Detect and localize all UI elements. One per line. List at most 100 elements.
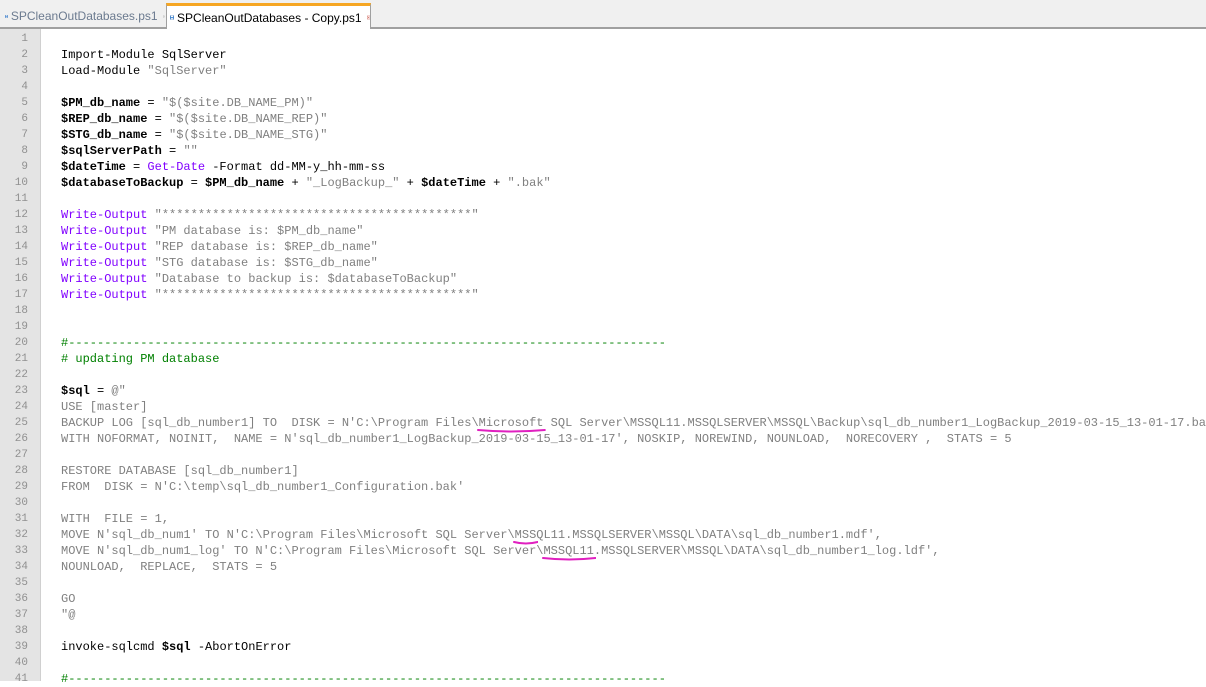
- line-number: 36: [14, 593, 28, 605]
- line-number: 16: [14, 273, 28, 285]
- code-token: Write-Output: [61, 272, 148, 286]
- code-line[interactable]: 5 $PM_db_name = "$($site.DB_NAME_PM)": [0, 95, 1206, 111]
- code-line[interactable]: 41 #-------------------------------------…: [0, 671, 1206, 687]
- code-token: "$($site.DB_NAME_REP)": [169, 112, 328, 126]
- code-text: "@: [61, 607, 75, 623]
- code-token: $PM_db_name: [205, 176, 285, 190]
- code-text: $PM_db_name = "$($site.DB_NAME_PM)": [61, 95, 313, 111]
- code-line[interactable]: 17 Write-Output "************************…: [0, 287, 1206, 303]
- code-line[interactable]: 10 $databaseToBackup = $PM_db_name + "_Lo…: [0, 175, 1206, 191]
- code-line[interactable]: 38: [0, 623, 1206, 639]
- code-token: #---------------------------------------…: [61, 336, 666, 350]
- line-number: 34: [14, 561, 28, 573]
- code-editor[interactable]: 1 2 Import-Module SqlServer 3 Load-Module "S…: [0, 29, 1206, 686]
- code-line[interactable]: 27: [0, 447, 1206, 463]
- close-icon[interactable]: [162, 11, 165, 22]
- line-number: 28: [14, 465, 28, 477]
- code-text: $STG_db_name = "$($site.DB_NAME_STG)": [61, 127, 327, 143]
- code-text: $REP_db_name = "$($site.DB_NAME_REP)": [61, 111, 327, 127]
- code-line[interactable]: 37 "@: [0, 607, 1206, 623]
- code-line[interactable]: 25 BACKUP LOG [sql_db_number1] TO DISK = …: [0, 415, 1206, 433]
- code-line[interactable]: 34 NOUNLOAD, REPLACE, STATS = 5: [0, 559, 1206, 575]
- code-line[interactable]: 9 $dateTime = Get-Date -Format dd-MM-y_hh…: [0, 159, 1206, 175]
- save-file-icon: [170, 15, 175, 20]
- code-token: "@: [61, 608, 76, 622]
- code-line[interactable]: 23 $sql = @": [0, 383, 1206, 399]
- code-token: "_LogBackup_": [305, 176, 400, 190]
- line-number: 9: [21, 161, 28, 173]
- code-line[interactable]: 21 # updating PM database: [0, 351, 1206, 367]
- code-text: Import-Module SqlServer: [61, 47, 227, 63]
- code-token: Write-Output: [61, 208, 148, 222]
- code-token: "***************************************…: [147, 208, 479, 222]
- code-line[interactable]: 24 USE [master]: [0, 399, 1206, 415]
- code-line[interactable]: 33 MOVE N'sql_db_num1_log' TO N'C:\Progra…: [0, 543, 1206, 561]
- line-number: 29: [14, 481, 28, 493]
- code-token: -AbortOnError: [190, 640, 292, 654]
- code-line[interactable]: 29 FROM DISK = N'C:\temp\sql_db_number1_C…: [0, 479, 1206, 495]
- code-line[interactable]: 36 GO: [0, 591, 1206, 607]
- code-line[interactable]: 35: [0, 575, 1206, 591]
- code-line[interactable]: 1: [0, 31, 1206, 47]
- code-line[interactable]: 4: [0, 79, 1206, 95]
- code-line[interactable]: 28 RESTORE DATABASE [sql_db_number1]: [0, 463, 1206, 479]
- code-line[interactable]: 13 Write-Output "PM database is: $PM_db_n…: [0, 223, 1206, 239]
- code-line[interactable]: 11: [0, 191, 1206, 207]
- code-token: =: [140, 96, 162, 110]
- line-number: 21: [14, 353, 28, 365]
- code-line[interactable]: 30: [0, 495, 1206, 511]
- line-number: 2: [21, 49, 28, 61]
- line-number: 10: [14, 177, 28, 189]
- code-token: invoke-sqlcmd: [61, 640, 162, 654]
- line-number: 15: [14, 257, 28, 269]
- line-number: 24: [14, 401, 28, 413]
- code-token: # updating PM database: [61, 352, 220, 366]
- code-line[interactable]: 16 Write-Output "Database to backup is: $…: [0, 271, 1206, 287]
- code-text: #---------------------------------------…: [61, 335, 666, 351]
- code-token: $databaseToBackup: [61, 176, 184, 190]
- code-line[interactable]: 32 MOVE N'sql_db_num1' TO N'C:\Program Fi…: [0, 527, 1206, 545]
- code-line[interactable]: 3 Load-Module "SqlServer": [0, 63, 1206, 79]
- line-number: 17: [14, 289, 28, 301]
- code-token: +: [485, 176, 508, 190]
- code-text: FROM DISK = N'C:\temp\sql_db_number1_Con…: [61, 479, 464, 495]
- line-number: 27: [14, 449, 28, 461]
- code-line[interactable]: 20 #-------------------------------------…: [0, 335, 1206, 351]
- code-line[interactable]: 40: [0, 655, 1206, 671]
- code-line[interactable]: 18: [0, 303, 1206, 319]
- code-token: Get-Date: [147, 160, 206, 174]
- tab-spcleanoutdatabases-copy[interactable]: SPCleanOutDatabases - Copy.ps1: [166, 3, 371, 29]
- code-token: #---------------------------------------…: [61, 672, 666, 686]
- code-line[interactable]: 8 $sqlServerPath = "": [0, 143, 1206, 159]
- tab-spcleanoutdatabases[interactable]: SPCleanOutDatabases.ps1: [2, 5, 165, 27]
- code-line[interactable]: 14 Write-Output "REP database is: $REP_db…: [0, 239, 1206, 255]
- code-text: USE [master]: [61, 399, 147, 415]
- code-token: $dateTime: [61, 160, 126, 174]
- code-line[interactable]: 2 Import-Module SqlServer: [0, 47, 1206, 63]
- code-line[interactable]: 6 $REP_db_name = "$($site.DB_NAME_REP)": [0, 111, 1206, 127]
- line-number: 35: [14, 577, 28, 589]
- code-line[interactable]: 19: [0, 319, 1206, 335]
- line-number: 38: [14, 625, 28, 637]
- code-token: -Format dd-MM-y_hh-mm-ss: [205, 160, 386, 174]
- code-line[interactable]: 7 $STG_db_name = "$($site.DB_NAME_STG)": [0, 127, 1206, 143]
- code-text: Write-Output "STG database is: $STG_db_n…: [61, 255, 378, 271]
- code-token: "$($site.DB_NAME_STG)": [169, 128, 328, 142]
- line-number: 1: [21, 33, 28, 45]
- code-token: MOVE N'sql_db_num1_log' TO N'C:\Program …: [61, 544, 940, 558]
- close-icon[interactable]: [366, 12, 370, 23]
- code-line[interactable]: 26 WITH NOFORMAT, NOINIT, NAME = N'sql_db…: [0, 431, 1206, 447]
- code-text: Write-Output "**************************…: [61, 207, 479, 223]
- code-token: NOUNLOAD, REPLACE, STATS = 5: [61, 560, 278, 574]
- code-text: Write-Output "REP database is: $REP_db_n…: [61, 239, 378, 255]
- code-line[interactable]: 22: [0, 367, 1206, 383]
- code-line[interactable]: 39 invoke-sqlcmd $sql -AbortOnError: [0, 639, 1206, 655]
- line-number: 26: [14, 433, 28, 445]
- line-number: 8: [21, 145, 28, 157]
- code-token: WITH FILE = 1,: [61, 512, 170, 526]
- code-line[interactable]: 31 WITH FILE = 1,: [0, 511, 1206, 527]
- code-line[interactable]: 15 Write-Output "STG database is: $STG_db…: [0, 255, 1206, 271]
- code-line[interactable]: 12 Write-Output "************************…: [0, 207, 1206, 223]
- code-token: "***************************************…: [147, 288, 479, 302]
- line-number: 3: [21, 65, 28, 77]
